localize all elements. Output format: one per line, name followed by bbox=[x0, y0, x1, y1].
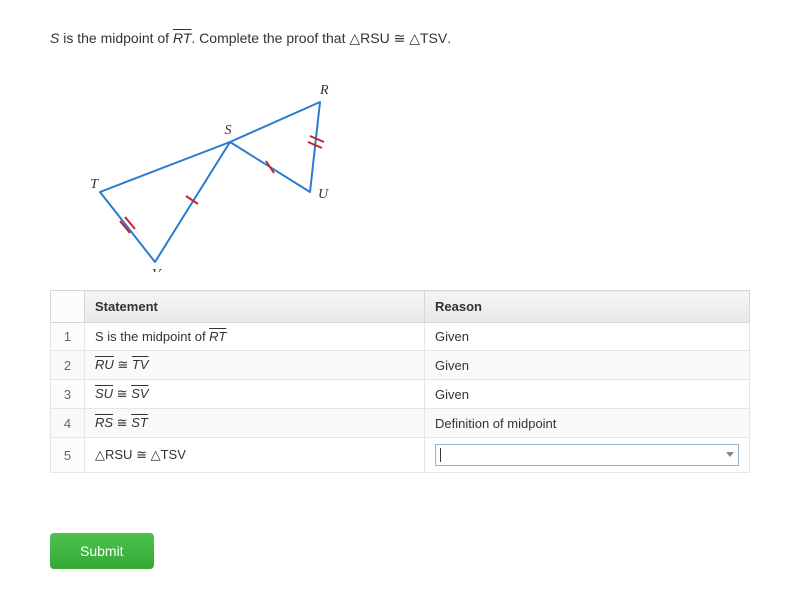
reason-cell: Definition of midpoint bbox=[425, 409, 750, 438]
reason-cell: Given bbox=[425, 380, 750, 409]
table-row: 1 S is the midpoint of RT Given bbox=[51, 323, 750, 351]
row-num: 2 bbox=[51, 351, 85, 380]
submit-button[interactable]: Submit bbox=[50, 533, 154, 569]
statement-cell: RU ≅ TV bbox=[85, 351, 425, 380]
col-reason: Reason bbox=[425, 291, 750, 323]
reason-dropdown[interactable] bbox=[435, 444, 739, 466]
col-statement: Statement bbox=[85, 291, 425, 323]
label-U: U bbox=[318, 187, 329, 202]
reason-cell: Given bbox=[425, 323, 750, 351]
table-row: 3 SU ≅ SV Given bbox=[51, 380, 750, 409]
prompt-tri2: △TSV bbox=[409, 30, 447, 46]
prompt-tri1: △RSU bbox=[349, 30, 389, 46]
reason-cell bbox=[425, 438, 750, 473]
geometry-diagram: T V S U R bbox=[70, 62, 750, 272]
row-num: 1 bbox=[51, 323, 85, 351]
prompt-t1: is the midpoint of bbox=[59, 30, 173, 46]
label-S: S bbox=[225, 123, 232, 138]
statement-cell: RS ≅ ST bbox=[85, 409, 425, 438]
prompt-seg: RT bbox=[173, 30, 191, 46]
table-row: 2 RU ≅ TV Given bbox=[51, 351, 750, 380]
text-cursor bbox=[440, 448, 441, 462]
col-num bbox=[51, 291, 85, 323]
prompt-t2: . Complete the proof that bbox=[191, 30, 349, 46]
row-num: 5 bbox=[51, 438, 85, 473]
statement-cell: S is the midpoint of RT bbox=[85, 323, 425, 351]
statement-cell: SU ≅ SV bbox=[85, 380, 425, 409]
statement-cell: △RSU ≅ △TSV bbox=[85, 438, 425, 473]
proof-table: Statement Reason 1 S is the midpoint of … bbox=[50, 290, 750, 473]
row-num: 4 bbox=[51, 409, 85, 438]
label-V: V bbox=[152, 267, 162, 272]
question-prompt: S is the midpoint of RT. Complete the pr… bbox=[50, 30, 750, 47]
table-row: 4 RS ≅ ST Definition of midpoint bbox=[51, 409, 750, 438]
label-T: T bbox=[90, 177, 99, 192]
table-row: 5 △RSU ≅ △TSV bbox=[51, 438, 750, 473]
prompt-var-s: S bbox=[50, 30, 59, 46]
row-num: 3 bbox=[51, 380, 85, 409]
reason-cell: Given bbox=[425, 351, 750, 380]
prompt-t3: . bbox=[447, 30, 451, 46]
label-R: R bbox=[319, 83, 329, 98]
prompt-cong: ≅ bbox=[390, 30, 410, 46]
